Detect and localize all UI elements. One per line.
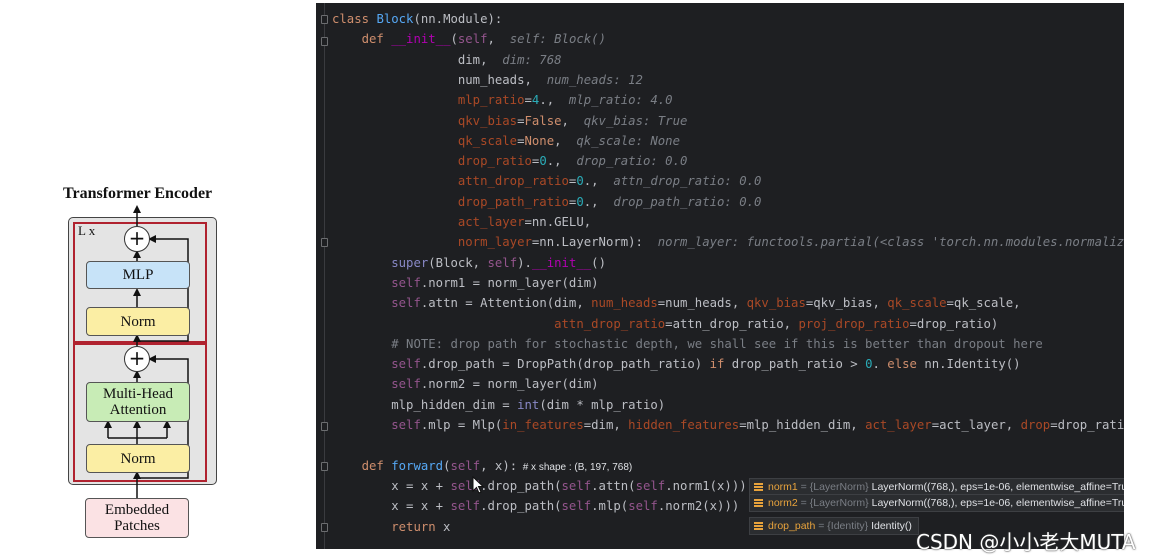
code-line[interactable]: dim, dim: 768 bbox=[332, 50, 562, 70]
code-line[interactable]: attn_drop_ratio=attn_drop_ratio, proj_dr… bbox=[332, 314, 998, 334]
debug-var-name: norm1 bbox=[768, 481, 798, 493]
debug-var-type: {LayerNorm} bbox=[809, 481, 869, 493]
code-line[interactable]: x = x + self.drop_path(self.attn(self.no… bbox=[332, 476, 746, 496]
fold-marker-icon[interactable] bbox=[321, 462, 328, 471]
code-line[interactable]: self.attn = Attention(dim, num_heads=num… bbox=[332, 293, 1020, 313]
debug-var-name: norm2 bbox=[768, 497, 798, 509]
norm-top-box: Norm bbox=[86, 307, 190, 336]
code-line[interactable]: self.drop_path = DropPath(drop_path_rati… bbox=[332, 354, 1020, 374]
add-top-icon: + bbox=[124, 226, 150, 252]
code-line[interactable]: attn_drop_ratio=0., attn_drop_ratio: 0.0 bbox=[332, 171, 762, 191]
debug-var-value: Identity() bbox=[871, 520, 912, 532]
code-line[interactable]: qkv_bias=False, qkv_bias: True bbox=[332, 111, 688, 131]
code-line[interactable]: self.mlp = Mlp(in_features=dim, hidden_f… bbox=[332, 415, 1124, 435]
norm-bottom-box: Norm bbox=[86, 444, 190, 473]
transformer-encoder-diagram: Transformer Encoder L x + MLP Norm + Mul… bbox=[0, 0, 300, 560]
fold-marker-icon[interactable] bbox=[321, 15, 328, 24]
code-line[interactable]: drop_ratio=0., drop_ratio: 0.0 bbox=[332, 151, 688, 171]
code-line[interactable]: self.norm1 = norm_layer(dim) bbox=[332, 273, 598, 293]
code-line[interactable]: def forward(self, x): # x shape : (B, 19… bbox=[332, 456, 633, 476]
code-line[interactable]: # NOTE: drop path for stochastic depth, … bbox=[332, 334, 1043, 354]
code-line[interactable]: qk_scale=None, qk_scale: None bbox=[332, 131, 680, 151]
watermark: CSDN @小小老大MUTA bbox=[916, 530, 1136, 554]
debug-var-type: {LayerNorm} bbox=[809, 497, 869, 509]
debug-var-type: {Identity} bbox=[827, 520, 869, 532]
attention-label-line1: Multi-Head bbox=[103, 386, 173, 402]
debug-var-name: drop_path bbox=[768, 520, 816, 532]
code-line[interactable]: super(Block, self).__init__() bbox=[332, 253, 606, 273]
code-line[interactable]: return x bbox=[332, 517, 450, 537]
code-line[interactable]: def __init__(self, self: Block() bbox=[332, 29, 606, 49]
fold-marker-icon[interactable] bbox=[321, 238, 328, 247]
variable-icon bbox=[754, 499, 763, 507]
code-line[interactable]: act_layer=nn.GELU, bbox=[332, 212, 591, 232]
mlp-box: MLP bbox=[86, 261, 190, 289]
variable-icon bbox=[754, 483, 763, 491]
fold-marker-icon[interactable] bbox=[321, 523, 328, 532]
mouse-cursor-icon bbox=[472, 476, 485, 494]
debug-value-norm2[interactable]: norm2 = {LayerNorm} LayerNorm((768,), ep… bbox=[749, 494, 1124, 512]
code-line[interactable]: num_heads, num_heads: 12 bbox=[332, 70, 643, 90]
debug-var-value: LayerNorm((768,), eps=1e-06, elementwise… bbox=[871, 497, 1124, 509]
debug-var-value: LayerNorm((768,), eps=1e-06, elementwise… bbox=[871, 481, 1124, 493]
code-line[interactable]: class Block(nn.Module): bbox=[332, 9, 502, 29]
code-line[interactable]: norm_layer=nn.LayerNorm): norm_layer: fu… bbox=[332, 232, 1124, 252]
code-line[interactable]: mlp_hidden_dim = int(dim * mlp_ratio) bbox=[332, 395, 665, 415]
code-editor[interactable]: class Block(nn.Module): def __init__(sel… bbox=[316, 3, 1124, 549]
input-label-line1: Embedded bbox=[104, 502, 170, 518]
fold-marker-icon[interactable] bbox=[321, 422, 328, 431]
fold-marker-icon[interactable] bbox=[321, 37, 328, 46]
debug-value-drop-path[interactable]: drop_path = {Identity} Identity() bbox=[749, 517, 919, 535]
code-line[interactable]: drop_path_ratio=0., drop_path_ratio: 0.0 bbox=[332, 192, 762, 212]
input-label-line2: Patches bbox=[114, 518, 160, 534]
multi-head-attention-box: Multi-Head Attention bbox=[86, 382, 190, 422]
variable-icon bbox=[754, 522, 763, 530]
add-bottom-icon: + bbox=[124, 346, 150, 372]
embedded-patches-box: Embedded Patches bbox=[85, 498, 189, 538]
code-line[interactable]: x = x + self.drop_path(self.mlp(self.nor… bbox=[332, 496, 739, 516]
code-line[interactable]: mlp_ratio=4., mlp_ratio: 4.0 bbox=[332, 90, 673, 110]
attention-label-line2: Attention bbox=[109, 402, 167, 418]
code-line[interactable]: self.norm2 = norm_layer(dim) bbox=[332, 374, 598, 394]
